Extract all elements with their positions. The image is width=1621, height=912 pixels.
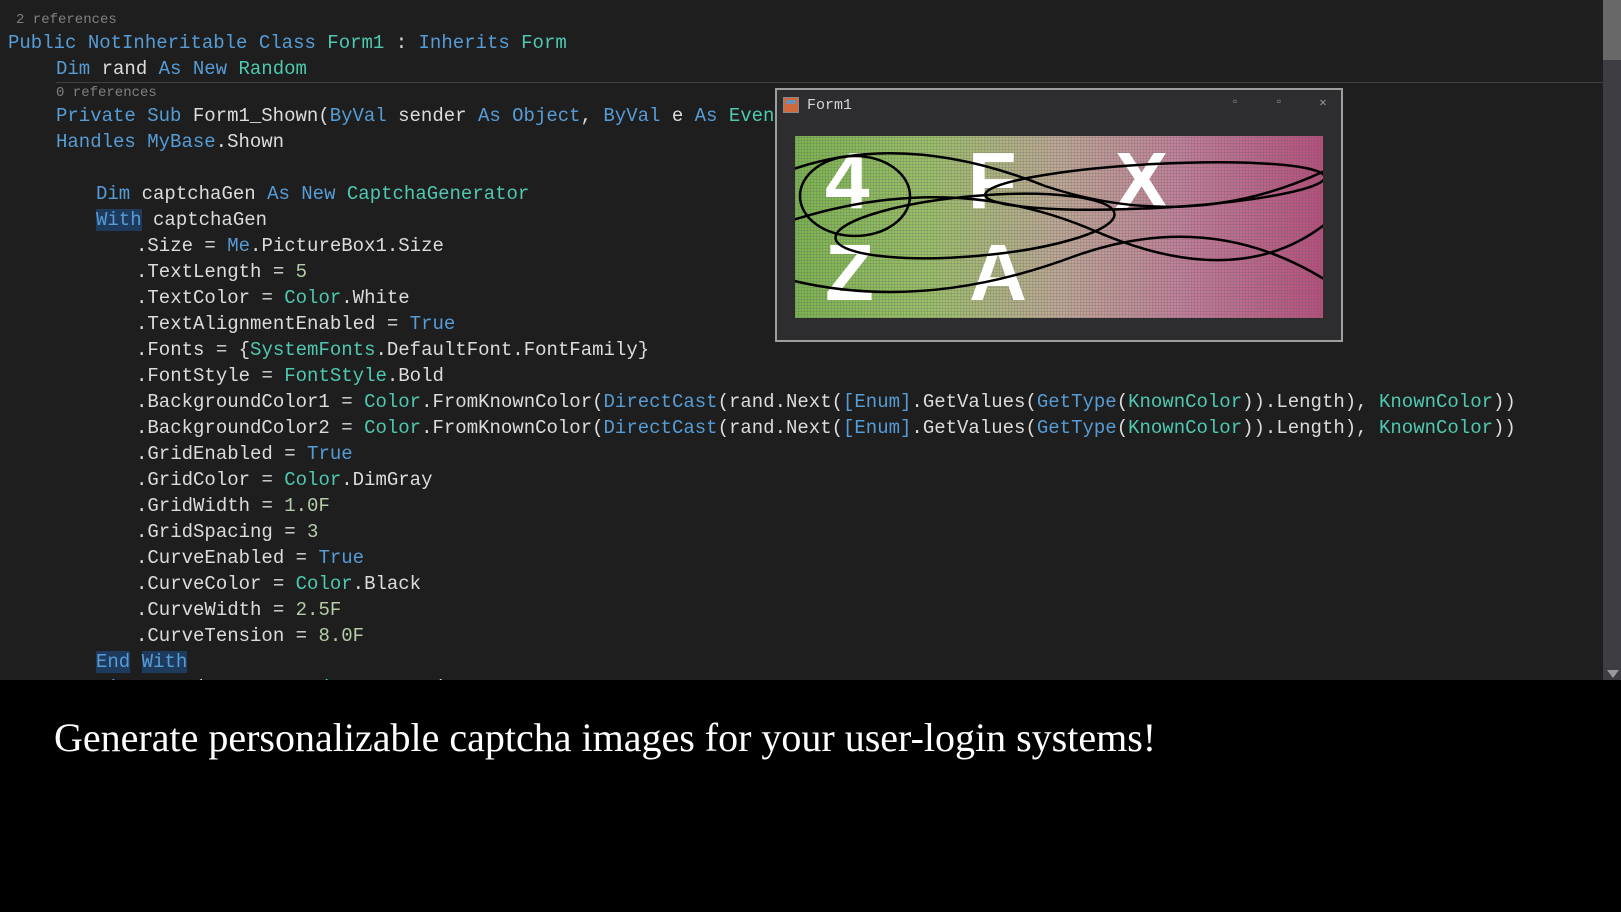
- code-line-curvewidth: .CurveWidth = 2.5F: [136, 597, 1621, 623]
- code-line-curvecolor: .CurveColor = Color.Black: [136, 571, 1621, 597]
- minimize-button[interactable]: ▫: [1223, 95, 1247, 115]
- caption-bar: Generate personalizable captcha images f…: [0, 680, 1621, 912]
- code-line-gridenabled: .GridEnabled = True: [136, 441, 1621, 467]
- code-line-bg1: .BackgroundColor1 = Color.FromKnownColor…: [136, 389, 1621, 415]
- code-line-bg2: .BackgroundColor2 = Color.FromKnownColor…: [136, 415, 1621, 441]
- codelens-references-1[interactable]: 2 references: [16, 10, 1621, 30]
- maximize-button[interactable]: ▫: [1267, 95, 1291, 115]
- captcha-curves: [795, 136, 1323, 318]
- scrollbar-thumb[interactable]: [1603, 0, 1621, 60]
- caption-text: Generate personalizable captcha images f…: [54, 714, 1156, 761]
- close-button[interactable]: ✕: [1311, 95, 1335, 115]
- code-line-curveenabled: .CurveEnabled = True: [136, 545, 1621, 571]
- form1-titlebar[interactable]: Form1 ▫ ▫ ✕: [777, 90, 1341, 120]
- form1-title: Form1: [807, 97, 1223, 114]
- code-line-class: Public NotInheritable Class Form1 : Inhe…: [8, 30, 1621, 56]
- vertical-scrollbar[interactable]: [1603, 0, 1621, 680]
- code-line-endwith: End With: [96, 649, 1621, 675]
- code-line-fontstyle: .FontStyle = FontStyle.Bold: [136, 363, 1621, 389]
- code-line-dim-rand: Dim rand As New Random: [56, 56, 1621, 83]
- code-line-gridspacing: .GridSpacing = 3: [136, 519, 1621, 545]
- code-line-gridwidth: .GridWidth = 1.0F: [136, 493, 1621, 519]
- code-line-gridcolor: .GridColor = Color.DimGray: [136, 467, 1621, 493]
- scroll-down-arrow-icon[interactable]: [1607, 670, 1619, 678]
- form-icon: [783, 97, 799, 113]
- form1-body: 4 F X Z A: [777, 120, 1341, 334]
- code-line-curvetension: .CurveTension = 8.0F: [136, 623, 1621, 649]
- form1-window[interactable]: Form1 ▫ ▫ ✕ 4 F X Z A: [775, 88, 1343, 342]
- captcha-image: 4 F X Z A: [795, 136, 1323, 318]
